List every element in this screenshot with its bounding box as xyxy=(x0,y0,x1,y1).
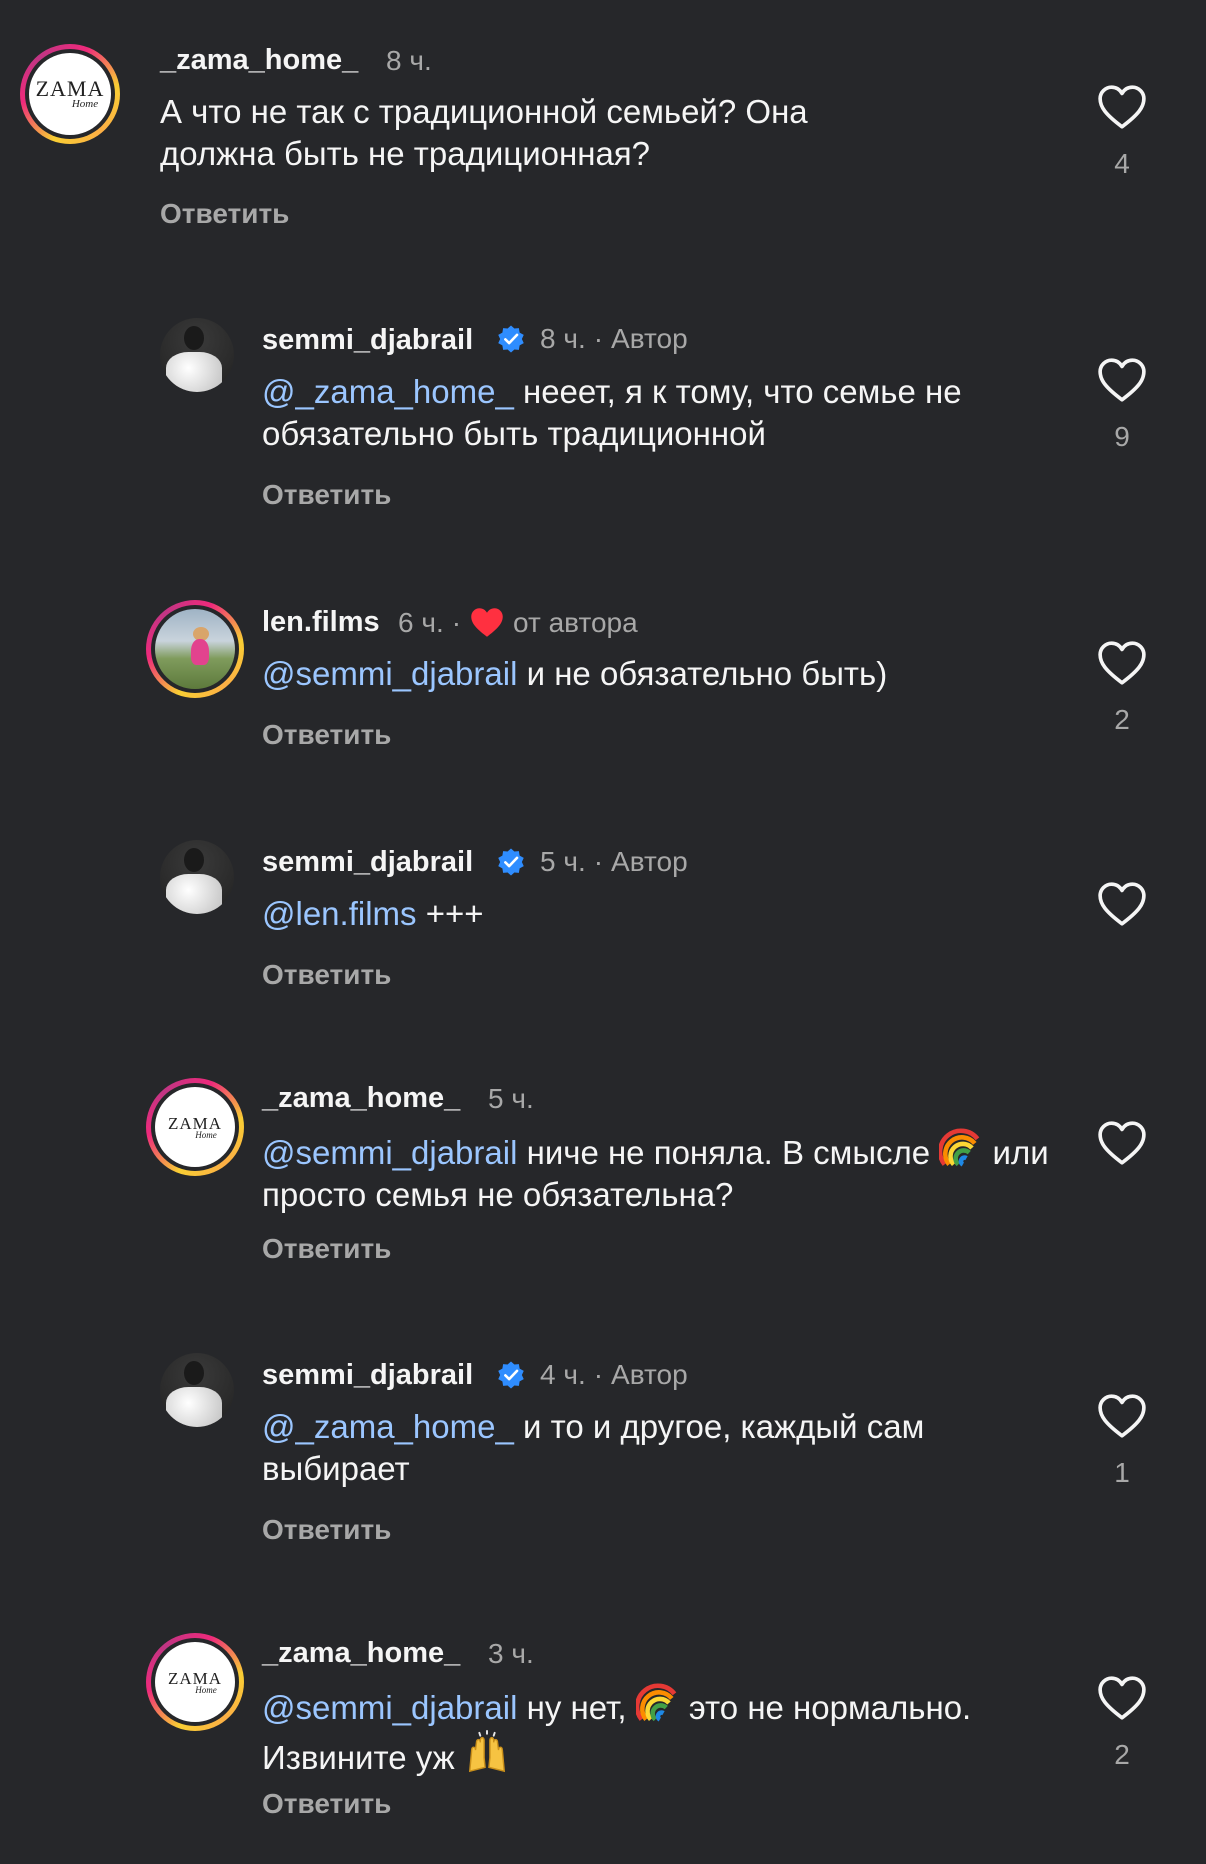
raising-hands-icon xyxy=(468,1729,505,1773)
timestamp: 6 ч. xyxy=(398,606,444,638)
like-button[interactable]: 4 xyxy=(1094,84,1150,180)
like-count: 2 xyxy=(1114,1739,1130,1770)
comment-text: @semmi_djabrail ну нет, это не нормально… xyxy=(262,1681,1022,1779)
reply-button[interactable]: Ответить xyxy=(262,1788,391,1820)
mention-link[interactable]: @semmi_djabrail xyxy=(262,655,517,692)
meta: 5 ч. · Автор xyxy=(496,846,688,878)
mention-link[interactable]: @len.films xyxy=(262,895,417,932)
reply-button[interactable]: Ответить xyxy=(262,1514,391,1546)
reply-button[interactable]: Ответить xyxy=(262,1233,391,1265)
rainbow-icon xyxy=(635,1683,677,1722)
reply-button[interactable]: Ответить xyxy=(262,719,391,751)
verified-badge-icon xyxy=(498,848,524,876)
comment-text: @_zama_home_ и то и другое, каждый сам в… xyxy=(262,1408,925,1487)
avatar[interactable] xyxy=(160,318,234,392)
comment-text: @_zama_home_ нееет, я к тому, что семье … xyxy=(262,373,962,452)
zama-logo-icon: ZAMA Home xyxy=(155,1087,235,1167)
heart-icon[interactable] xyxy=(1097,1120,1147,1166)
heart-icon[interactable] xyxy=(1097,1393,1147,1439)
timestamp: 5 ч. xyxy=(540,846,586,877)
meta: 4 ч. · Автор xyxy=(496,1359,688,1391)
rainbow-icon xyxy=(939,1128,980,1167)
comment-text: @len.films +++ xyxy=(262,895,484,932)
separator: · xyxy=(593,846,604,877)
heart-filled-icon xyxy=(471,608,503,637)
like-button[interactable]: 9 xyxy=(1094,357,1150,453)
comment-text: @semmi_djabrail ниче не поняла. В смысле… xyxy=(262,1126,1062,1216)
reply-button[interactable]: Ответить xyxy=(262,479,391,511)
heart-icon[interactable] xyxy=(1097,84,1147,130)
separator: · xyxy=(593,1359,604,1390)
zama-logo-icon: ZAMA Home xyxy=(29,53,111,135)
profile-photo xyxy=(160,318,234,392)
mention-link[interactable]: @_zama_home_ xyxy=(262,373,514,410)
comment-text: @semmi_djabrail и не обязательно быть) xyxy=(262,655,888,692)
username[interactable]: _zama_home_ xyxy=(262,1637,460,1670)
like-button[interactable] xyxy=(1094,881,1150,945)
avatar[interactable]: ZAMA Home xyxy=(146,1633,244,1731)
username[interactable]: semmi_djabrail xyxy=(262,1359,473,1392)
author-label: Автор xyxy=(611,1359,688,1390)
timestamp: 8 ч. xyxy=(540,323,586,354)
heart-icon[interactable] xyxy=(1097,357,1147,403)
author-label: Автор xyxy=(611,323,688,354)
like-button[interactable] xyxy=(1094,1120,1150,1184)
reply-button[interactable]: Ответить xyxy=(262,959,391,991)
heart-icon[interactable] xyxy=(1097,881,1147,927)
profile-photo xyxy=(155,609,235,689)
liked-by-author-label: от автора xyxy=(513,606,638,638)
username[interactable]: semmi_djabrail xyxy=(262,324,473,357)
timestamp: 8 ч. xyxy=(386,45,432,76)
meta: 6 ч. · от автора xyxy=(398,606,638,639)
separator: · xyxy=(451,606,462,638)
username[interactable]: semmi_djabrail xyxy=(262,846,473,879)
heart-icon[interactable] xyxy=(1097,1675,1147,1721)
reply-button[interactable]: Ответить xyxy=(160,198,289,230)
meta: 8 ч. · Автор xyxy=(496,323,688,355)
mention-link[interactable]: @semmi_djabrail xyxy=(262,1134,517,1171)
mention-link[interactable]: @_zama_home_ xyxy=(262,1408,514,1445)
like-count: 9 xyxy=(1114,421,1130,452)
avatar[interactable]: ZAMA Home xyxy=(146,1078,244,1176)
avatar[interactable] xyxy=(146,600,244,698)
zama-logo-icon: ZAMA Home xyxy=(155,1642,235,1722)
avatar[interactable] xyxy=(160,1353,234,1427)
comment-text: А что не так с традиционной семьей? Она … xyxy=(160,93,808,172)
timestamp: 5 ч. xyxy=(488,1083,534,1114)
username[interactable]: _zama_home_ xyxy=(160,44,358,77)
verified-badge-icon xyxy=(498,325,524,353)
verified-badge-icon xyxy=(498,1361,524,1389)
like-button[interactable]: 1 xyxy=(1094,1393,1150,1489)
heart-icon[interactable] xyxy=(1097,640,1147,686)
author-label: Автор xyxy=(611,846,688,877)
avatar[interactable]: ZAMA Home xyxy=(20,44,120,144)
timestamp: 4 ч. xyxy=(540,1359,586,1390)
timestamp: 3 ч. xyxy=(488,1638,534,1669)
like-button[interactable]: 2 xyxy=(1094,640,1150,736)
like-button[interactable]: 2 xyxy=(1094,1675,1150,1771)
separator: · xyxy=(593,323,604,354)
like-count: 4 xyxy=(1114,148,1130,179)
username[interactable]: len.films xyxy=(262,606,380,639)
username[interactable]: _zama_home_ xyxy=(262,1082,460,1115)
like-count: 1 xyxy=(1114,1457,1130,1488)
like-count: 2 xyxy=(1114,704,1130,735)
mention-link[interactable]: @semmi_djabrail xyxy=(262,1689,517,1726)
profile-photo xyxy=(160,1353,234,1427)
profile-photo xyxy=(160,840,234,914)
avatar[interactable] xyxy=(160,840,234,914)
